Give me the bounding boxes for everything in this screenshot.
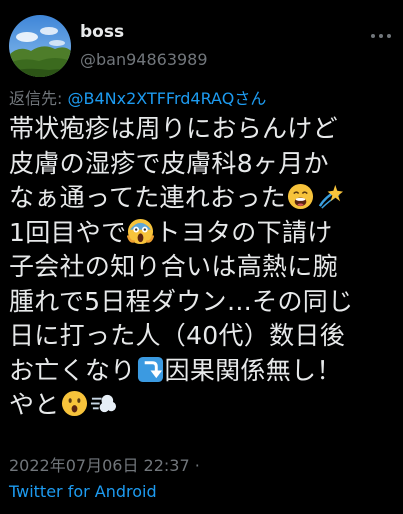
reply-prefix: 返信先: bbox=[9, 89, 68, 108]
screaming-face-emoji bbox=[127, 218, 155, 244]
reply-handle-link[interactable]: @B4Nx2XTFFrd4RAQ bbox=[67, 89, 234, 108]
tweet-timestamp[interactable]: 2022年07月06日 22:37 · bbox=[9, 455, 200, 477]
author-names: boss @ban94863989 bbox=[80, 20, 208, 71]
more-options-button[interactable] bbox=[367, 26, 395, 46]
more-dot-icon bbox=[379, 34, 383, 38]
author-handle[interactable]: @ban94863989 bbox=[80, 49, 208, 71]
tweet-line-text: トヨタの下請け bbox=[155, 217, 333, 247]
tweet-line: 子会社の知り合いは高熱に腕 bbox=[9, 252, 338, 281]
dizzy-emoji bbox=[318, 184, 344, 209]
reply-suffix: さん bbox=[234, 89, 267, 108]
tweet-line: 日に打った人（40代）数日後 bbox=[9, 321, 346, 350]
tweet-line-text: お亡くなり bbox=[9, 355, 136, 385]
weary-face-emoji bbox=[288, 183, 314, 210]
tweet-line: なぁ通ってた連れおった bbox=[9, 181, 401, 216]
more-dot-icon bbox=[371, 34, 375, 38]
tweet-line-text: 因果関係無し！ bbox=[164, 355, 342, 385]
tweet-line-text: 1回目やで bbox=[9, 217, 127, 247]
dash-emoji bbox=[90, 394, 116, 413]
tweet-line-text: やと bbox=[9, 390, 60, 419]
tweet-line: やと bbox=[9, 388, 401, 423]
avatar[interactable] bbox=[9, 15, 71, 77]
tweet-line-text: なぁ通ってた連れおった bbox=[9, 183, 287, 212]
tweet-line: お亡くなり 因果関係無し！ bbox=[9, 354, 401, 389]
tweet-line: 1回目やで トヨタの下請け bbox=[9, 216, 401, 251]
tweet-line: 腫れで5日程ダウン…その同じ bbox=[9, 286, 354, 316]
reply-to-line: 返信先: @B4Nx2XTFFrd4RAQさん bbox=[9, 88, 266, 110]
tweet-text: 帯状疱疹は周りにおらんけど 皮膚の湿疹で皮膚科8ヶ月か なぁ通ってた連れおった … bbox=[9, 112, 401, 423]
avatar-image bbox=[9, 15, 71, 77]
hushed-face-emoji bbox=[61, 390, 87, 417]
tweet-line: 帯状疱疹は周りにおらんけど bbox=[9, 114, 338, 143]
author-display-name[interactable]: boss bbox=[80, 20, 208, 44]
more-dot-icon bbox=[387, 34, 391, 38]
tweet-header: boss @ban94863989 bbox=[0, 0, 403, 84]
tweet-source-link[interactable]: Twitter for Android bbox=[9, 481, 157, 503]
tweet-line: 皮膚の湿疹で皮膚科8ヶ月か bbox=[9, 148, 329, 178]
arrow-down-emoji bbox=[137, 356, 163, 382]
